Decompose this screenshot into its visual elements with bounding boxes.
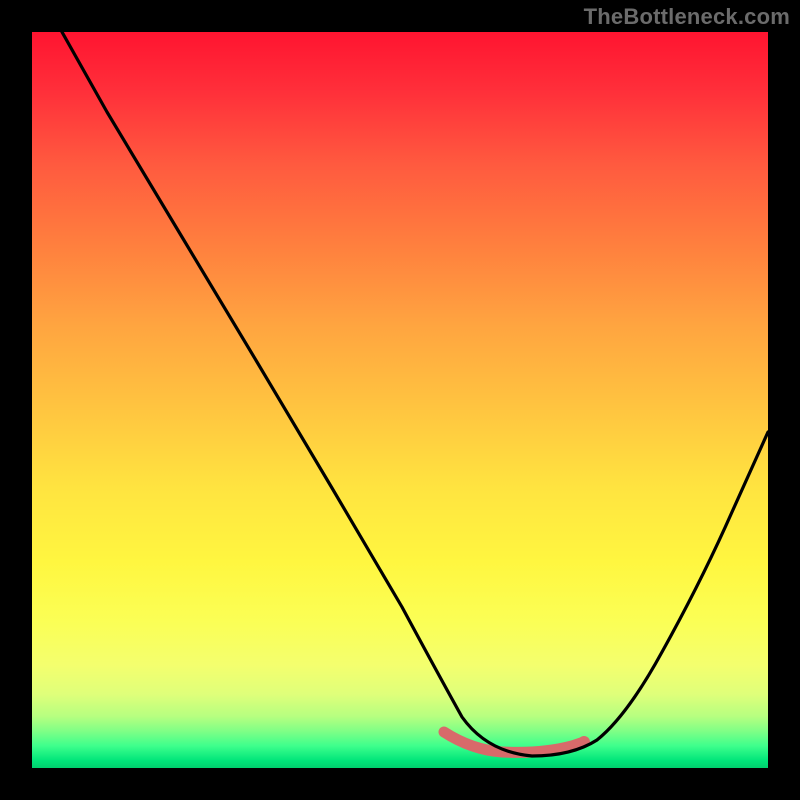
highlight-optimal-range <box>444 732 584 752</box>
bottleneck-curve <box>62 32 768 756</box>
chart-frame: TheBottleneck.com <box>0 0 800 800</box>
watermark-text: TheBottleneck.com <box>584 4 790 30</box>
chart-svg <box>32 32 768 768</box>
plot-area <box>32 32 768 768</box>
